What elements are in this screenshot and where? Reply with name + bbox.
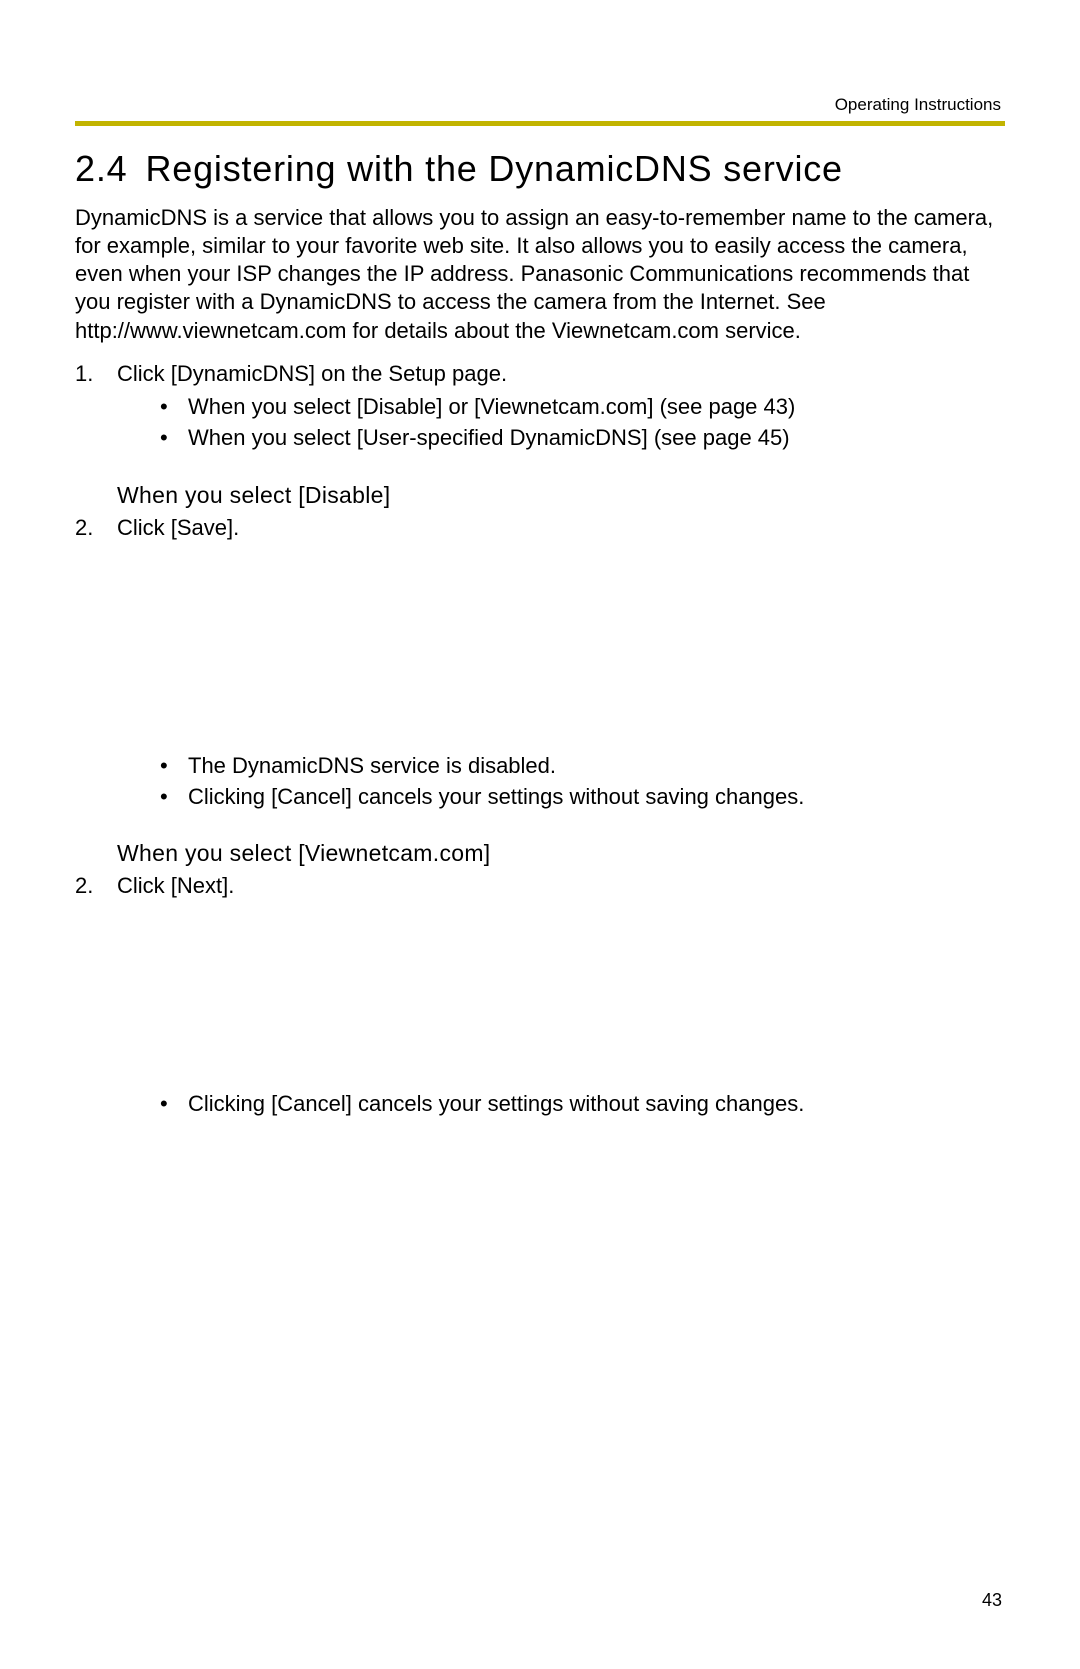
disable-notes: • The DynamicDNS service is disabled. • … xyxy=(160,751,1005,813)
document-page: Operating Instructions 2.4 Registering wi… xyxy=(0,0,1080,1669)
step-text: Click [DynamicDNS] on the Setup page. xyxy=(117,359,1005,389)
list-item-text: Clicking [Cancel] cancels your settings … xyxy=(188,782,804,813)
bullet-icon: • xyxy=(160,423,188,454)
list-item: • When you select [User-specified Dynami… xyxy=(160,423,1005,454)
list-item: • Clicking [Cancel] cancels your setting… xyxy=(160,782,1005,813)
bullet-icon: • xyxy=(160,751,188,782)
section-title-text: Registering with the DynamicDNS service xyxy=(145,148,842,189)
step-2-viewnetcam: 2. Click [Next]. xyxy=(75,871,1005,901)
steps-list: 1. Click [DynamicDNS] on the Setup page.… xyxy=(75,359,1005,1120)
step-1: 1. Click [DynamicDNS] on the Setup page.… xyxy=(75,359,1005,454)
step-1-sublist: • When you select [Disable] or [Viewnetc… xyxy=(160,392,1005,454)
list-item-text: When you select [User-specified DynamicD… xyxy=(188,423,790,454)
section-number: 2.4 xyxy=(75,148,127,190)
bullet-icon: • xyxy=(160,392,188,423)
bullet-icon: • xyxy=(160,782,188,813)
step-marker: 2. xyxy=(75,871,117,901)
figure-placeholder xyxy=(75,547,1005,747)
list-item: • When you select [Disable] or [Viewnetc… xyxy=(160,392,1005,423)
bullet-icon: • xyxy=(160,1089,188,1120)
figure-placeholder xyxy=(75,905,1005,1085)
page-number: 43 xyxy=(982,1590,1002,1611)
section-heading: 2.4 Registering with the DynamicDNS servi… xyxy=(75,148,1005,190)
viewnetcam-notes: • Clicking [Cancel] cancels your setting… xyxy=(160,1089,1005,1120)
subheading-disable: When you select [Disable] xyxy=(117,482,1005,509)
subheading-viewnetcam: When you select [Viewnetcam.com] xyxy=(117,840,1005,867)
step-marker: 2. xyxy=(75,513,117,543)
list-item: • Clicking [Cancel] cancels your setting… xyxy=(160,1089,1005,1120)
step-2-disable: 2. Click [Save]. xyxy=(75,513,1005,543)
header-rule xyxy=(75,121,1005,126)
step-text: Click [Save]. xyxy=(117,513,1005,543)
header-doc-label: Operating Instructions xyxy=(75,95,1005,115)
step-marker: 1. xyxy=(75,359,117,389)
list-item-text: The DynamicDNS service is disabled. xyxy=(188,751,556,782)
list-item-text: When you select [Disable] or [Viewnetcam… xyxy=(188,392,795,423)
list-item-text: Clicking [Cancel] cancels your settings … xyxy=(188,1089,804,1120)
intro-paragraph: DynamicDNS is a service that allows you … xyxy=(75,204,1005,345)
list-item: • The DynamicDNS service is disabled. xyxy=(160,751,1005,782)
step-text: Click [Next]. xyxy=(117,871,1005,901)
